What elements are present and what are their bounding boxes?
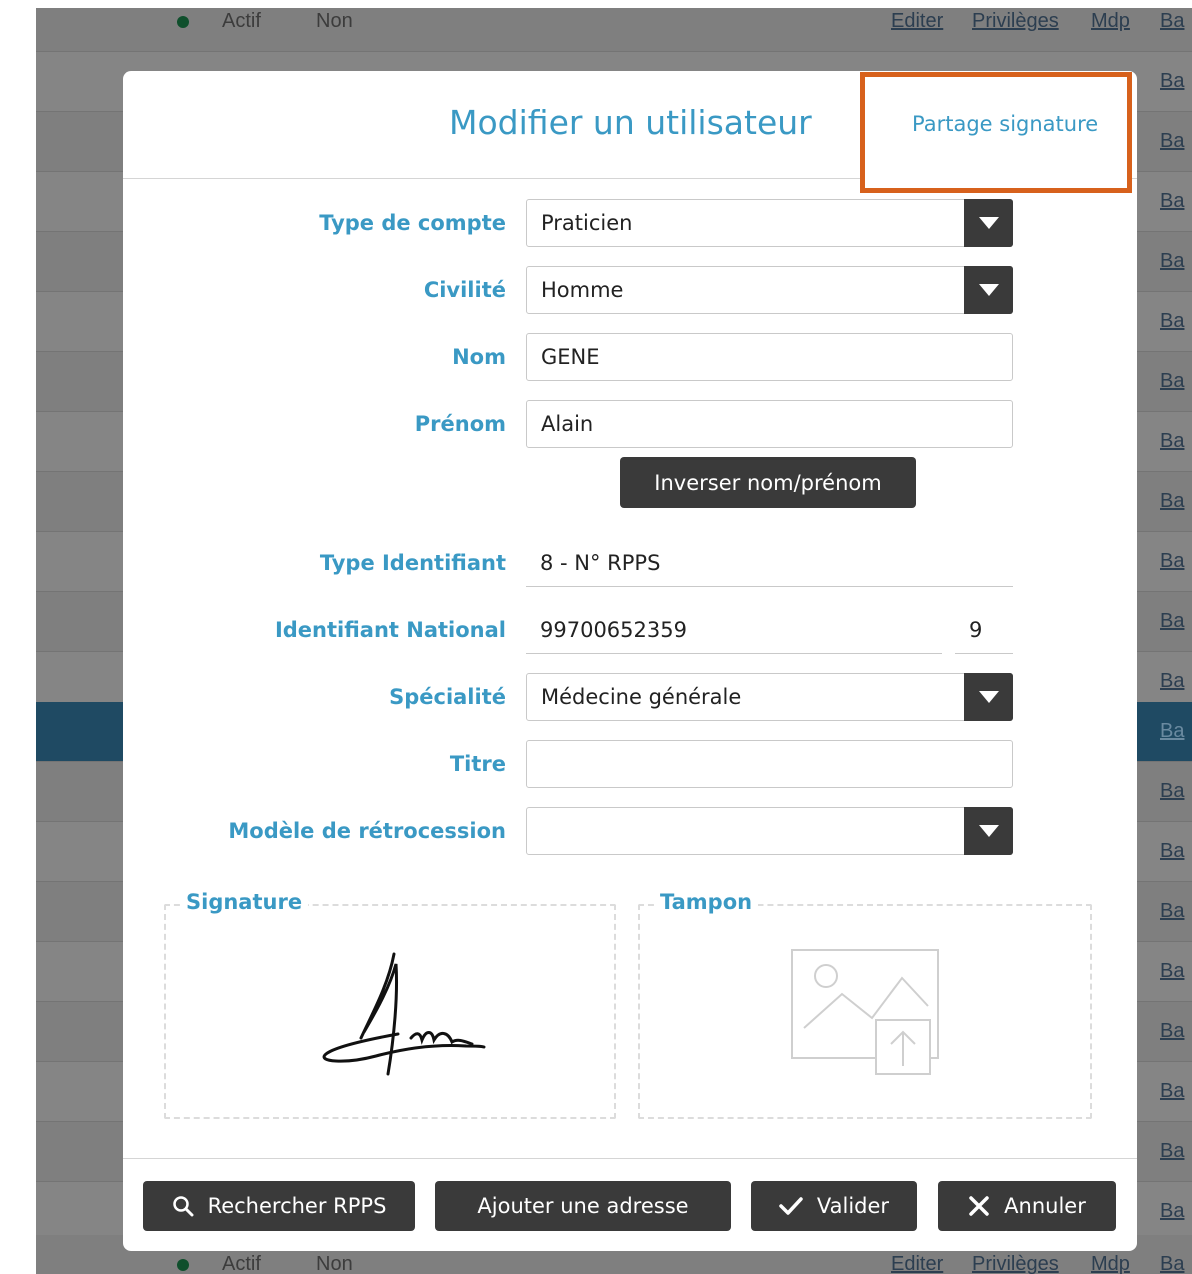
identifiant-national-row: Identifiant National 99700652359 9: [123, 606, 1137, 654]
rechercher-rpps-button[interactable]: Rechercher RPPS: [143, 1181, 415, 1231]
row-action-link[interactable]: Ba: [1160, 762, 1184, 821]
chevron-down-icon[interactable]: [964, 266, 1013, 314]
type-identifiant-row: Type Identifiant 8 - N° RPPS: [123, 539, 1137, 587]
row-action-link[interactable]: Ba: [1160, 592, 1184, 651]
check-icon: [779, 1196, 803, 1216]
annuler-button[interactable]: Annuler: [938, 1181, 1116, 1231]
chevron-down-icon[interactable]: [964, 673, 1013, 721]
signature-image: [322, 952, 486, 1076]
status-dot: [177, 1258, 189, 1271]
table-row: Actif Non Editer Privilèges Mdp Ba: [36, 8, 1192, 52]
chevron-down-icon[interactable]: [964, 807, 1013, 855]
row-action-link[interactable]: Ba: [1160, 52, 1184, 111]
civilite-row: Civilité Homme: [123, 266, 1137, 314]
specialite-row: Spécialité Médecine générale: [123, 673, 1137, 721]
modal-title: Modifier un utilisateur: [449, 103, 812, 142]
tampon-dropzone[interactable]: Tampon: [638, 890, 1092, 1119]
row-action-link[interactable]: Ba: [1160, 352, 1184, 411]
signature-dropzone[interactable]: Signature: [164, 890, 616, 1119]
rechercher-rpps-label: Rechercher RPPS: [207, 1194, 387, 1218]
swap-name-button[interactable]: Inverser nom/prénom: [620, 457, 916, 508]
row-action-link[interactable]: Ba: [1160, 472, 1184, 531]
row-action-link[interactable]: Ba: [1160, 1002, 1184, 1061]
row-action-link[interactable]: Ba: [1160, 532, 1184, 591]
prenom-value: Alain: [541, 412, 594, 436]
titre-row: Titre: [123, 740, 1137, 788]
row-action-link[interactable]: Ba: [1160, 882, 1184, 941]
civilite-select[interactable]: Homme: [526, 266, 1013, 314]
nom-value: GENE: [541, 345, 600, 369]
row-action-link[interactable]: Ba: [1160, 172, 1184, 231]
row-action-link[interactable]: Ba: [1160, 1062, 1184, 1121]
type-compte-label: Type de compte: [319, 211, 506, 235]
search-icon: [172, 1195, 194, 1217]
chevron-down-icon[interactable]: [964, 199, 1013, 247]
row-action-link[interactable]: Ba: [1160, 232, 1184, 291]
status-text: Actif: [222, 10, 261, 32]
type-compte-value: Praticien: [541, 211, 633, 235]
modele-retrocession-label: Modèle de rétrocession: [228, 819, 506, 843]
type-identifiant-label: Type Identifiant: [319, 551, 506, 575]
valider-button[interactable]: Valider: [751, 1181, 917, 1231]
prenom-label: Prénom: [414, 412, 506, 436]
ajouter-adresse-button[interactable]: Ajouter une adresse: [435, 1181, 731, 1231]
row-action-link[interactable]: Ba: [1160, 8, 1184, 51]
titre-label: Titre: [449, 752, 506, 776]
row-action-link[interactable]: Ba: [1160, 702, 1184, 761]
type-identifiant-value: 8 - N° RPPS: [526, 539, 1013, 587]
close-icon: [968, 1195, 990, 1217]
specialite-value: Médecine générale: [541, 685, 742, 709]
status-dot: [177, 15, 189, 28]
civilite-label: Civilité: [423, 278, 506, 302]
row-action-link[interactable]: Ba: [1160, 942, 1184, 1001]
nom-input[interactable]: GENE: [526, 333, 1013, 381]
identifiant-key-input[interactable]: 9: [955, 606, 1013, 654]
privileges-link[interactable]: Privilèges: [972, 8, 1059, 51]
row-action-link[interactable]: Ba: [1160, 412, 1184, 471]
type-compte-row: Type de compte Praticien: [123, 199, 1137, 247]
identifiant-national-input[interactable]: 99700652359: [526, 606, 942, 654]
row-action-link[interactable]: Ba: [1160, 1182, 1184, 1241]
identifiant-national-label: Identifiant National: [274, 618, 506, 642]
specialite-label: Spécialité: [389, 685, 506, 709]
modele-retrocession-select[interactable]: [526, 807, 1013, 855]
specialite-select[interactable]: Médecine générale: [526, 673, 1013, 721]
row-action-link[interactable]: Ba: [1160, 292, 1184, 351]
row-action-link[interactable]: Ba: [1160, 1122, 1184, 1181]
row-action-link[interactable]: Ba: [1160, 822, 1184, 881]
nom-label: Nom: [452, 345, 506, 369]
civilite-value: Homme: [541, 278, 624, 302]
valider-label: Valider: [816, 1194, 890, 1218]
type-compte-select[interactable]: Praticien: [526, 199, 1013, 247]
prenom-row: Prénom Alain: [123, 400, 1137, 448]
partage-signature-link[interactable]: Partage signature: [912, 112, 1098, 136]
edit-link[interactable]: Editer: [891, 8, 943, 51]
edit-user-modal: Modifier un utilisateur Partage signatur…: [123, 71, 1137, 1251]
tampon-legend: Tampon: [654, 890, 759, 914]
flag-text: Non: [316, 10, 353, 32]
annuler-label: Annuler: [1004, 1194, 1086, 1218]
nom-row: Nom GENE: [123, 333, 1137, 381]
signature-legend: Signature: [180, 890, 309, 914]
password-link[interactable]: Mdp: [1091, 8, 1130, 51]
modele-retrocession-row: Modèle de rétrocession: [123, 807, 1137, 855]
row-action-link[interactable]: Ba: [1160, 1235, 1184, 1274]
row-action-link[interactable]: Ba: [1160, 112, 1184, 171]
image-upload-icon: [791, 949, 939, 1075]
titre-input[interactable]: [526, 740, 1013, 788]
prenom-input[interactable]: Alain: [526, 400, 1013, 448]
